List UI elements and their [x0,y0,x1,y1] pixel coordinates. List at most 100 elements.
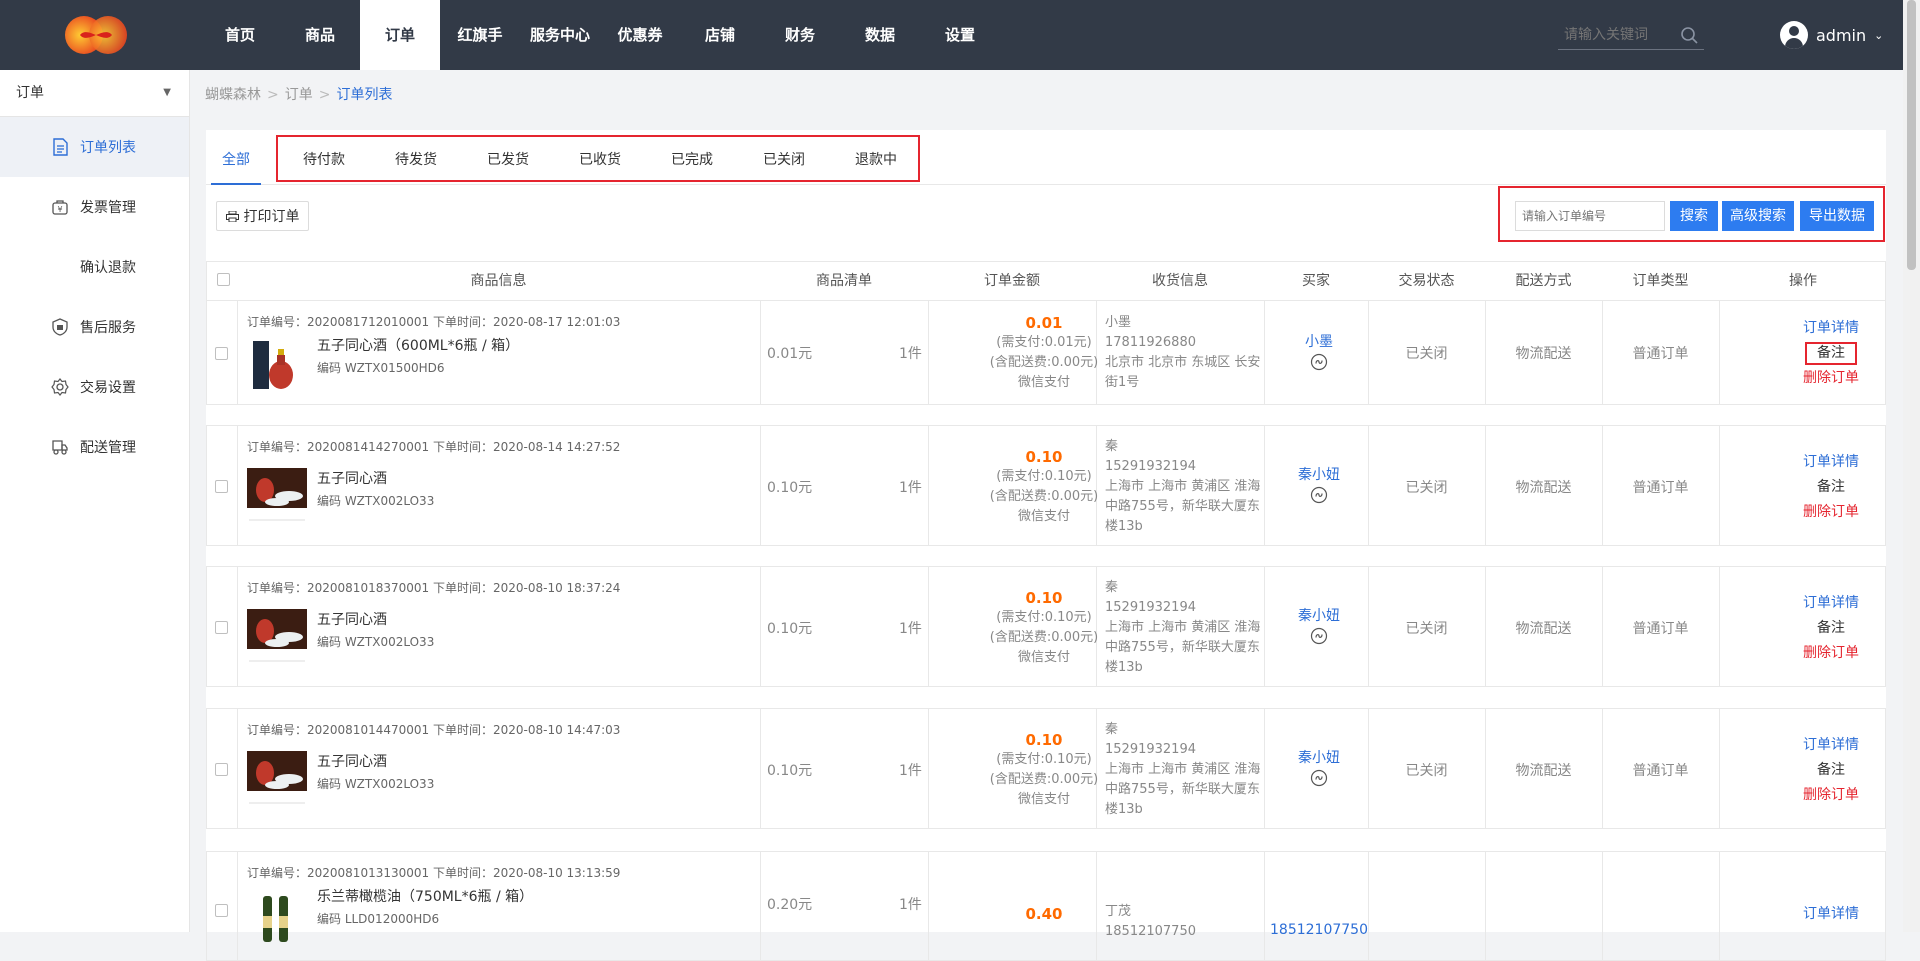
buyer-name[interactable]: 秦小妞 [1298,608,1340,624]
print-order-button[interactable]: 打印订单 [216,201,309,231]
order-remark-link[interactable]: 备注 [1775,616,1887,641]
nav-settings[interactable]: 设置 [920,0,1000,70]
payment-method: 微信支付 [1017,650,1070,665]
select-all-checkbox[interactable] [216,273,230,286]
sidebar-select-value: 订单 [16,85,44,101]
sidebar-item-invoice[interactable]: ¥ 发票管理 [0,177,189,237]
delete-order-link[interactable]: 删除订单 [1775,641,1887,666]
nav-red-flag[interactable]: 红旗手 [440,0,520,70]
order-checkbox[interactable] [215,621,228,634]
order-row: 订单编号：2020081414270001 下单时间：2020-08-14 14… [206,425,1886,546]
order-checkbox[interactable] [215,480,228,493]
unit-price: 0.10元 [767,480,813,496]
nav-orders[interactable]: 订单 [360,0,440,70]
order-detail-link[interactable]: 订单详情 [1775,733,1887,758]
delivery-method: 物流配送 [1515,346,1572,362]
gear-icon [51,378,69,396]
nav-store[interactable]: 店铺 [680,0,760,70]
sidebar-item-delivery[interactable]: 配送管理 [0,417,189,477]
nav-home[interactable]: 首页 [200,0,280,70]
invoice-icon: ¥ [52,200,68,215]
buyer[interactable]: 秦小妞 [1265,747,1373,787]
recipient-name: 丁茂 [1105,904,1132,919]
sidebar-item-trade-settings[interactable]: 交易设置 [0,357,189,417]
global-search-input[interactable] [1558,22,1673,48]
svg-text:¥: ¥ [57,205,62,214]
order-checkbox[interactable] [215,347,228,360]
product-image[interactable] [247,468,307,528]
product-image[interactable] [247,609,307,669]
nav-coupons[interactable]: 优惠券 [600,0,680,70]
nav-finance[interactable]: 财务 [760,0,840,70]
nav-data[interactable]: 数据 [840,0,920,70]
delete-order-link[interactable]: 删除订单 [1775,366,1887,391]
order-detail-link[interactable]: 订单详情 [1775,316,1887,341]
sidebar: 订单 ▼ 订单列表 ¥ 发票管理 确认退款 售后服务 交易设置 配送管理 [0,70,190,932]
recipient-phone: 15291932194 [1105,742,1196,757]
order-checkbox[interactable] [215,904,228,917]
buyer-name[interactable]: 秦小妞 [1298,750,1340,766]
nav-service-center[interactable]: 服务中心 [520,0,600,70]
buyer[interactable]: 小墨 [1265,331,1373,371]
shipping-fee: (含配送费:0.00元) [989,489,1099,504]
order-detail-link[interactable]: 订单详情 [1775,450,1887,475]
sidebar-item-order-list[interactable]: 订单列表 [0,117,189,177]
order-detail-link[interactable]: 订单详情 [1775,902,1887,927]
delivery-icon [52,440,68,455]
recipient-phone: 15291932194 [1105,459,1196,474]
order-amount: 0.01 (需支付:0.01元) (含配送费:0.00元) 微信支付 [960,313,1128,393]
order-detail-link[interactable]: 订单详情 [1775,591,1887,616]
product-name[interactable]: 乐兰蒂橄榄油（750ML*6瓶 / 箱） [317,886,533,906]
buyer-name[interactable]: 秦小妞 [1298,467,1340,483]
sidebar-item-confirm-refund[interactable]: 确认退款 [0,237,189,297]
delete-order-link[interactable]: 删除订单 [1775,783,1887,808]
recipient-address: 上海市 上海市 黄浦区 淮海中路755号，新华联大厦东楼13b [1105,479,1261,534]
sidebar-item-after-sales[interactable]: 售后服务 [0,297,189,357]
order-row: 订单编号：2020081712010001 下单时间：2020-08-17 12… [206,300,1886,405]
buyer[interactable]: 秦小妞 [1265,464,1373,504]
product-code: 编码 WZTX01500HD6 [317,361,445,375]
order-remark-link[interactable]: 备注 [1775,475,1887,500]
unit-price: 0.20元 [767,897,813,913]
vertical-scrollbar[interactable] [1903,0,1920,932]
breadcrumb-root[interactable]: 蝴蝶森林 [205,87,261,103]
scrollbar-thumb[interactable] [1907,0,1916,270]
recipient-name: 小墨 [1105,315,1132,330]
product-image[interactable] [247,886,307,946]
user-menu[interactable]: admin ⌄ [1780,20,1883,50]
order-remark-link[interactable]: 备注 [1805,342,1857,365]
buyer[interactable]: 18512107750 [1265,922,1373,938]
tab-all[interactable]: 全部 [211,130,261,185]
order-checkbox[interactable] [215,763,228,776]
recipient-address: 北京市 北京市 东城区 长安街1号 [1105,355,1261,390]
order-remark-link[interactable]: 备注 [1775,758,1887,783]
order-type: 普通订单 [1632,480,1689,496]
breadcrumb-orders[interactable]: 订单 [285,87,313,103]
buyer-name[interactable]: 18512107750 [1270,922,1368,938]
sidebar-item-label: 确认退款 [80,260,136,276]
delete-order-link[interactable]: 删除订单 [1775,500,1887,525]
product-image[interactable] [247,335,307,395]
sidebar-item-label: 订单列表 [80,140,136,156]
recipient-name: 秦 [1105,580,1119,595]
trade-status: 已关闭 [1405,480,1448,496]
quantity: 1件 [899,480,922,496]
sidebar-select[interactable]: 订单 ▼ [0,70,189,117]
search-icon[interactable] [1680,26,1698,44]
buyer[interactable]: 秦小妞 [1265,605,1373,645]
payment-method: 微信支付 [1017,375,1070,390]
table-header: 商品信息 商品清单 订单金额 收货信息 买家 交易状态 配送方式 订单类型 操作 [206,261,1886,301]
printer-icon [225,210,239,222]
product-name[interactable]: 五子同心酒（600ML*6瓶 / 箱） [317,335,519,355]
product-code: 编码 LLD012000HD6 [317,912,440,926]
product-image[interactable] [247,751,307,811]
buyer-name[interactable]: 小墨 [1305,334,1333,350]
product-code: 编码 WZTX002LO33 [317,494,435,508]
order-row: 订单编号：2020081013130001 下单时间：2020-08-10 13… [206,851,1886,961]
product-name[interactable]: 五子同心酒 [317,468,387,488]
product-name[interactable]: 五子同心酒 [317,751,387,771]
product-name[interactable]: 五子同心酒 [317,609,387,629]
highlight-box [1498,186,1885,242]
mini-program-icon [1310,769,1328,787]
nav-products[interactable]: 商品 [280,0,360,70]
